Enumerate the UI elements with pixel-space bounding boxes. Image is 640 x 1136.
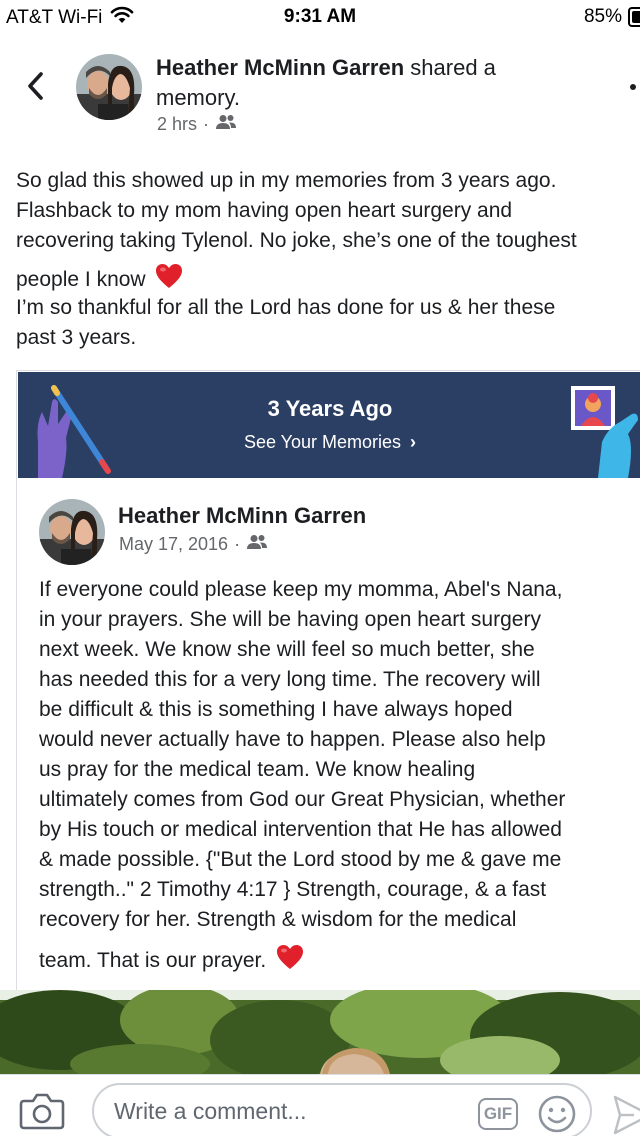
back-button[interactable]	[18, 68, 54, 104]
chevron-right-icon: ›	[410, 432, 417, 452]
post-header-title: Heather McMinn Garren shared a memory.	[156, 53, 616, 113]
more-options-icon[interactable]	[630, 84, 636, 90]
battery-icon	[628, 7, 640, 27]
shared-post-line: us pray for the medical team. We know he…	[39, 758, 476, 781]
shared-post-body: If everyone could please keep my momma, …	[39, 575, 640, 974]
post-line-with-emoji: people I know	[16, 256, 640, 293]
shared-author-name[interactable]: Heather McMinn Garren	[118, 503, 366, 529]
meta-separator: ·	[203, 114, 210, 134]
shared-post-line: team. That is our prayer.	[39, 949, 267, 973]
friends-icon[interactable]	[215, 114, 237, 135]
author-name-link[interactable]: Heather McMinn Garren	[156, 55, 404, 80]
friends-icon[interactable]	[246, 534, 268, 555]
post-body: So glad this showed up in my memories fr…	[16, 166, 640, 353]
post-line: people I know	[16, 268, 146, 292]
shared-post-line: has needed this for a very long time. Th…	[39, 668, 541, 691]
red-heart-icon	[276, 944, 304, 979]
shared-post-line: be difficult & this is something I have …	[39, 698, 513, 721]
post-line: past 3 years.	[16, 326, 137, 349]
battery-percent: 85%	[583, 6, 622, 27]
hand-pencil-illustration	[37, 385, 111, 478]
shared-photo[interactable]	[0, 990, 640, 1074]
memory-title: 3 Years Ago	[267, 396, 393, 421]
shared-post-line: by His touch or medical intervention tha…	[39, 818, 562, 841]
shared-post-line: & made possible. {"But the Lord stood by…	[39, 848, 562, 871]
action-text: shared a	[410, 55, 496, 80]
shared-post-line: would never actually have to happen. Ple…	[39, 728, 546, 751]
shared-author-avatar[interactable]	[39, 499, 105, 565]
send-icon	[613, 1095, 640, 1135]
shared-post-line: in your prayers. She will be having open…	[39, 608, 541, 631]
memory-card[interactable]: 3 Years Ago See Your Memories › Heather …	[16, 370, 640, 990]
action-text-continued: memory.	[156, 85, 240, 110]
gif-button[interactable]: GIF	[478, 1098, 518, 1130]
chevron-left-icon	[28, 72, 43, 100]
status-bar: AT&T Wi-Fi 9:31 AM 85%	[0, 0, 640, 36]
post-line: recovering taking Tylenol. No joke, she’…	[16, 229, 577, 252]
smiley-icon	[538, 1095, 576, 1133]
memory-banner[interactable]: 3 Years Ago See Your Memories ›	[18, 372, 640, 478]
shared-post-line: strength.." 2 Timothy 4:17 } Strength, c…	[39, 878, 547, 901]
camera-icon	[19, 1093, 65, 1130]
meta-separator: ·	[234, 534, 241, 554]
see-memories-label[interactable]: See Your Memories	[244, 432, 401, 452]
shared-post-line: recovery for her. Strength & wisdom for …	[39, 908, 517, 931]
clock: 9:31 AM	[283, 6, 357, 27]
shared-post-date[interactable]: May 17, 2016	[119, 534, 228, 555]
shared-post-line: next week. We know she will feel so much…	[39, 638, 535, 661]
author-avatar[interactable]	[76, 54, 142, 120]
post-line: So glad this showed up in my memories fr…	[16, 169, 557, 192]
send-button[interactable]	[612, 1093, 640, 1136]
post-line: I’m so thankful for all the Lord has don…	[16, 296, 556, 319]
post-line: Flashback to my mom having open heart su…	[16, 199, 513, 222]
shared-post-line-with-emoji: team. That is our prayer.	[39, 935, 640, 974]
photo-hand-illustration	[571, 386, 638, 478]
post-timestamp[interactable]: 2 hrs	[157, 114, 197, 135]
camera-button[interactable]	[18, 1091, 66, 1131]
battery-status: 85%	[584, 6, 640, 28]
shared-post-line: If everyone could please keep my momma, …	[39, 578, 563, 601]
see-memories-link[interactable]: See Your Memories ›	[18, 432, 640, 453]
shared-post-meta: May 17, 2016 ·	[119, 534, 268, 555]
post-meta: 2 hrs ·	[157, 114, 237, 135]
comment-bar: GIF	[0, 1074, 640, 1136]
emoji-button[interactable]	[537, 1094, 577, 1134]
shared-post-line: ultimately comes from God our Great Phys…	[39, 788, 566, 811]
